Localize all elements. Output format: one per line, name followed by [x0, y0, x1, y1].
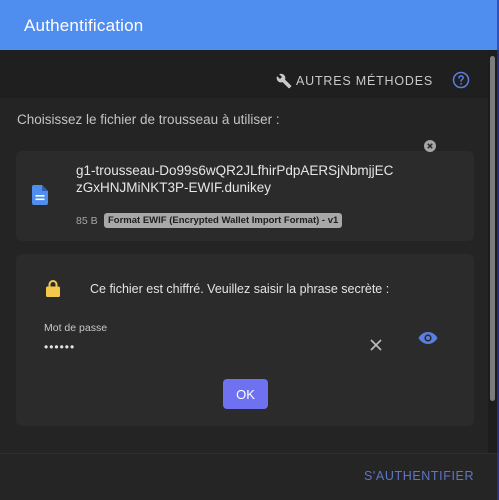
file-name: g1-trousseau-Do99s6wQR2JLfhirPdpAERSjNbm… [76, 163, 394, 195]
ok-button[interactable]: OK [223, 379, 268, 409]
other-methods-label: AUTRES MÉTHODES [296, 74, 434, 88]
dialog-footer: S'AUTHENTIFIER [0, 453, 499, 500]
dialog-title: Authentification [24, 16, 144, 35]
encrypted-message: Ce fichier est chiffré. Veuillez saisir … [90, 282, 390, 296]
remove-file-icon[interactable] [424, 140, 436, 152]
keyring-prompt: Choisissez le fichier de trousseau à uti… [17, 112, 280, 127]
help-circle-icon[interactable] [452, 71, 470, 89]
file-card: g1-trousseau-Do99s6wQR2JLfhirPdpAERSjNbm… [16, 151, 474, 241]
file-size: 85 B [76, 215, 98, 227]
toolbar-row: AUTRES MÉTHODES [0, 50, 488, 98]
authenticate-button[interactable]: S'AUTHENTIFIER [364, 469, 474, 483]
dialog-content: AUTRES MÉTHODES Choisissez le fichier de… [0, 50, 488, 453]
scrollbar-thumb[interactable] [490, 56, 495, 401]
lock-icon [46, 280, 60, 297]
eye-icon[interactable] [418, 330, 438, 346]
clear-icon[interactable] [369, 338, 383, 352]
file-document-icon [32, 185, 48, 205]
secret-card: Ce fichier est chiffré. Veuillez saisir … [16, 254, 474, 426]
dialog-header: Authentification [0, 0, 499, 50]
password-label: Mot de passe [44, 322, 108, 334]
password-field[interactable]: •••••• [44, 340, 75, 354]
other-methods-button[interactable]: AUTRES MÉTHODES [276, 72, 433, 90]
wrench-icon [276, 73, 292, 89]
auth-dialog: Authentification AUTRES MÉTHODES Choisis… [0, 0, 499, 500]
format-badge: Format EWIF (Encrypted Wallet Import For… [104, 213, 343, 228]
